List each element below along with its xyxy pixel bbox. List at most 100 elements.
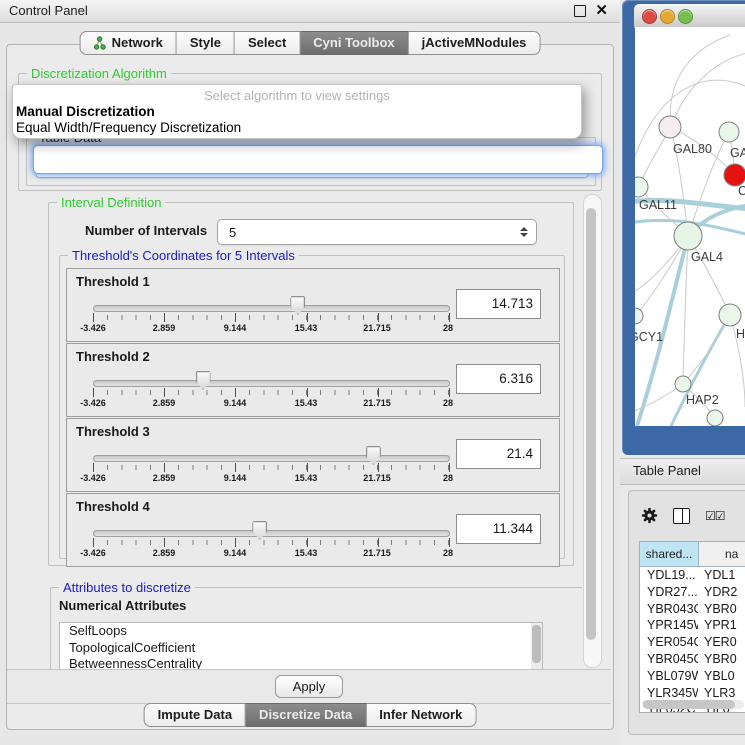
threshold-value-field[interactable]: 21.4 xyxy=(456,439,541,469)
network-edge[interactable] xyxy=(671,53,745,127)
network-window-titlebar[interactable] xyxy=(634,4,745,28)
table-row[interactable]: YBR043CYBR0 xyxy=(640,601,745,618)
network-node[interactable] xyxy=(635,308,643,324)
threshold-panel: Threshold 2 -3.4262.8599.14415.4321.7152… xyxy=(66,343,560,417)
settings-vertical-scrollbar[interactable] xyxy=(583,194,602,668)
slider-track[interactable] xyxy=(93,305,450,312)
network-node[interactable] xyxy=(719,122,739,142)
network-node[interactable] xyxy=(719,304,741,326)
tab-label: Infer Network xyxy=(379,704,462,726)
tab-label: Impute Data xyxy=(158,704,232,726)
network-node[interactable] xyxy=(707,410,723,426)
attribute-item[interactable]: TopologicalCoefficient xyxy=(60,640,542,657)
tab-label: Network xyxy=(112,32,163,54)
threshold-value-field[interactable]: 11.344 xyxy=(456,514,541,544)
apply-button[interactable]: Apply xyxy=(275,675,343,698)
attributes-group: Attributes to discretize Numerical Attri… xyxy=(50,587,582,669)
close-traffic-light-icon[interactable] xyxy=(642,9,657,24)
group-title: Attributes to discretize xyxy=(59,580,195,595)
zoom-traffic-light-icon[interactable] xyxy=(678,9,693,24)
network-node-label: H xyxy=(736,327,745,341)
network-node-label: C xyxy=(738,184,745,198)
float-window-icon[interactable] xyxy=(574,5,586,17)
network-node[interactable] xyxy=(674,222,702,250)
network-node-label: GCY1 xyxy=(635,330,663,344)
algorithm-combobox[interactable] xyxy=(33,145,603,174)
settings-scroll-region: Interval Definition Number of Intervals … xyxy=(14,193,582,669)
table-row[interactable]: YLR345WYLR3 xyxy=(640,685,745,702)
network-node[interactable] xyxy=(659,116,681,138)
network-node[interactable] xyxy=(724,164,745,186)
threshold-label: Threshold 2 xyxy=(76,349,150,364)
network-view-window: GAL80GACGAL11GAL4GCY1HHAP2 xyxy=(622,0,745,455)
network-node-label: GAL4 xyxy=(691,250,723,264)
column-header-name[interactable]: na xyxy=(699,542,745,566)
slider-scale: -3.4262.8599.14415.4321.71528 xyxy=(93,398,448,410)
column-header-shared-name[interactable]: shared... xyxy=(640,542,699,566)
dropdown-item-manual-discretization[interactable]: Manual Discretization xyxy=(16,104,155,119)
slider-track[interactable] xyxy=(93,455,450,462)
number-of-intervals-value: 5 xyxy=(229,225,236,240)
table-panel-body: ☑☑ shared... na YDL19...YDL1 YDR27...YDR… xyxy=(628,490,745,735)
network-canvas[interactable]: GAL80GACGAL11GAL4GCY1HHAP2 xyxy=(635,27,745,426)
minimize-traffic-light-icon[interactable] xyxy=(660,9,675,24)
right-panel: GAL80GACGAL11GAL4GCY1HHAP2 Table Panel xyxy=(620,0,745,745)
table-row[interactable]: YER054CYER0 xyxy=(640,634,745,651)
slider-scale: -3.4262.8599.14415.4321.71528 xyxy=(93,548,448,560)
table-panel-title: Table Panel xyxy=(633,463,701,478)
slider-track[interactable] xyxy=(93,530,450,537)
dropdown-item-equal-width-frequency[interactable]: Equal Width/Frequency Discretization xyxy=(16,120,241,135)
network-node[interactable] xyxy=(635,177,648,197)
attributes-scrollbar[interactable] xyxy=(531,623,542,669)
table-horizontal-scrollbar[interactable] xyxy=(642,700,744,709)
table-row[interactable]: YBL079WYBL0 xyxy=(640,668,745,685)
tab-label: Style xyxy=(190,32,221,54)
numerical-attributes-list[interactable]: SelfLoops TopologicalCoefficient Between… xyxy=(59,622,543,669)
attribute-item[interactable]: BetweennessCentrality xyxy=(60,656,542,669)
combo-arrows-icon xyxy=(520,227,528,237)
threshold-panel: Threshold 4 -3.4262.8599.14415.4321.7152… xyxy=(66,493,560,567)
tab-label: Select xyxy=(248,32,286,54)
tab-style[interactable]: Style xyxy=(177,31,235,55)
gear-icon[interactable] xyxy=(641,507,658,524)
close-icon[interactable]: ✕ xyxy=(595,1,608,19)
threshold-panel: Threshold 1 -3.4262.8599.14415.4321.7152… xyxy=(66,268,560,342)
slider-ticks xyxy=(93,540,449,545)
slider-thumb[interactable] xyxy=(196,371,211,390)
table-row[interactable]: YDL19...YDL1 xyxy=(640,567,745,584)
screen: Control Panel ✕ Network Style Select Cyn… xyxy=(0,0,745,745)
columns-icon[interactable] xyxy=(673,508,690,524)
network-node-label: GAL80 xyxy=(673,142,712,156)
tab-impute-data[interactable]: Impute Data xyxy=(144,703,246,727)
tab-label: Cyni Toolbox xyxy=(313,32,394,54)
control-panel-title: Control Panel xyxy=(9,3,88,18)
tab-network[interactable]: Network xyxy=(80,31,177,55)
attribute-item[interactable]: SelfLoops xyxy=(60,623,542,640)
number-of-intervals-combobox[interactable]: 5 xyxy=(217,219,537,245)
tab-jactivemnodules[interactable]: jActiveMNodules xyxy=(409,31,541,55)
tab-select[interactable]: Select xyxy=(235,31,300,55)
threshold-value-field[interactable]: 14.713 xyxy=(456,289,541,319)
table-row[interactable]: YDR27...YDR2 xyxy=(640,584,745,601)
select-columns-icon[interactable]: ☑☑ xyxy=(705,509,725,523)
slider-ticks xyxy=(93,390,449,395)
dropdown-hint-item[interactable]: Select algorithm to view settings xyxy=(13,88,581,103)
interval-definition-group: Interval Definition Number of Intervals … xyxy=(48,202,574,566)
table-row[interactable]: YPR145WYPR1 xyxy=(640,617,745,634)
slider-track[interactable] xyxy=(93,380,450,387)
threshold-label: Threshold 3 xyxy=(76,424,150,439)
tab-discretize-data[interactable]: Discretize Data xyxy=(246,703,366,727)
table-panel-titlebar: Table Panel xyxy=(620,458,745,485)
control-panel-titlebar: Control Panel ✕ xyxy=(0,0,620,23)
table-row[interactable]: YBR045CYBR0 xyxy=(640,651,745,668)
threshold-value-field[interactable]: 6.316 xyxy=(456,364,541,394)
network-node-label: GA xyxy=(730,146,745,160)
network-node[interactable] xyxy=(675,376,691,392)
network-edge[interactable] xyxy=(670,35,730,127)
slider-thumb[interactable] xyxy=(252,521,267,540)
slider-thumb[interactable] xyxy=(290,296,305,315)
tab-cyni-toolbox[interactable]: Cyni Toolbox xyxy=(300,31,408,55)
tab-infer-network[interactable]: Infer Network xyxy=(366,703,476,727)
network-node-label: HAP2 xyxy=(686,393,719,407)
tab-label: jActiveMNodules xyxy=(422,32,527,54)
